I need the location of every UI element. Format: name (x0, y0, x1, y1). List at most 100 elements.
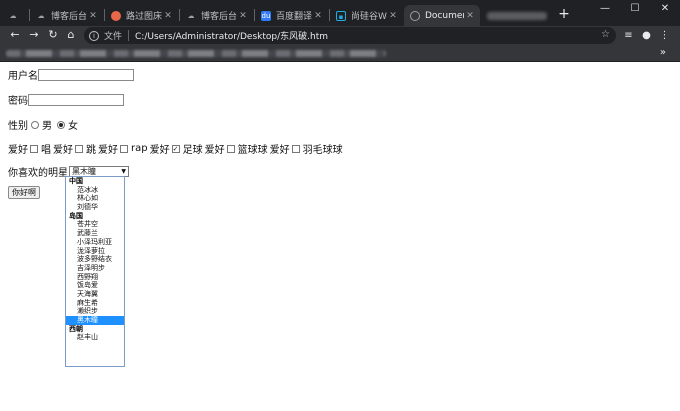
optgroup-label: 中国 (69, 177, 83, 185)
tab-strip: ☁ ☁ 博客后台 - 我 ✕ 路过图床 - 免 ✕ ☁ 博客后台 - 我 ✕ d… (0, 0, 680, 26)
password-row: 密码 (8, 92, 124, 107)
hobby-checkbox-checked[interactable]: ✓ (171, 144, 180, 153)
dropdown-option[interactable]: 吉泽明步 (66, 264, 124, 273)
translate-icon: du (261, 10, 271, 21)
browser-tab[interactable]: ☁ 博客后台 - 我 ✕ (180, 5, 253, 26)
dropdown-arrow-icon: ▼ (121, 168, 126, 175)
hobby-label: 唱 (41, 145, 51, 156)
browser-tab[interactable]: ☁ 博客后台 - 我 ✕ (30, 5, 103, 26)
gender-option-label: 男 (42, 121, 52, 132)
star-dropdown-list: 中国 范冰冰 林心如 刘德华 岛国 苍井空 武藤兰 小泽玛利亚 泷泽萝拉 波多野… (65, 176, 125, 367)
tab-title: 博客后台 - 我 (51, 12, 87, 22)
dropdown-option[interactable]: 刘德华 (66, 203, 124, 212)
url-divider (128, 30, 130, 41)
dropdown-option[interactable]: 武藤兰 (66, 229, 124, 238)
reload-icon[interactable]: ↻ (46, 28, 60, 42)
tab-title: 尚硅谷Web (351, 12, 387, 22)
dropdown-option[interactable]: 濑织步 (66, 307, 124, 316)
browser-toolbar: ← → ↻ ⌂ i 文件 C:/Users/Administrator/Desk… (0, 26, 680, 45)
star-icon[interactable]: ☆ (601, 29, 610, 40)
blurred-tab-content (487, 11, 547, 20)
tab-title: Document (425, 10, 464, 21)
tab-title: 路过图床 - 免 (126, 12, 162, 22)
username-input[interactable] (38, 68, 134, 81)
dropdown-option[interactable]: 波多野结衣 (66, 255, 124, 264)
hobby-checkbox[interactable] (291, 144, 300, 153)
dropdown-option[interactable]: 小泽玛利亚 (66, 238, 124, 247)
page-content: 用户名 密码 性别 男 女 爱好 唱 爱好 跳 爱好 rap 爱好 ✓ 足球 爱… (0, 62, 680, 411)
new-tab-button[interactable]: + (556, 5, 572, 23)
tab-title: 博客后台 - 我 (201, 12, 237, 22)
hobby-label: 羽毛球球 (302, 145, 343, 156)
hobby-checkbox[interactable] (30, 144, 38, 153)
close-icon[interactable]: ✕ (387, 11, 399, 21)
menu-icon[interactable]: ⋮ (658, 29, 671, 42)
browser-tab-blurred[interactable] (481, 5, 553, 26)
cloud-icon: ☁ (37, 11, 45, 20)
password-input[interactable] (28, 93, 124, 106)
submit-button[interactable]: 你好啊 (8, 186, 40, 199)
browser-tab[interactable]: 路过图床 - 免 ✕ (105, 5, 178, 26)
password-label: 密码 (8, 96, 28, 107)
dropdown-option[interactable]: 苍井空 (66, 220, 124, 229)
dropdown-option-selected[interactable]: 黑木瞳 (66, 316, 124, 325)
minimize-button[interactable]: — (590, 1, 620, 17)
hobby-label: 足球 (182, 145, 203, 156)
address-bar[interactable]: i 文件 C:/Users/Administrator/Desktop/东风破.… (84, 27, 616, 44)
close-window-button[interactable]: ✕ (650, 1, 680, 17)
username-row: 用户名 (8, 67, 134, 82)
dropdown-option[interactable]: 天海翼 (66, 290, 124, 299)
dropdown-option[interactable]: 林心如 (66, 194, 124, 203)
close-icon[interactable]: ✕ (237, 11, 249, 21)
hobby-prefix: 爱好 (98, 145, 118, 156)
gender-label: 性别 (8, 121, 28, 132)
blurred-bookmarks[interactable] (6, 50, 386, 57)
close-icon[interactable]: ✕ (87, 11, 99, 21)
close-icon[interactable]: ✕ (464, 11, 476, 21)
browser-tab-active[interactable]: Document ✕ (404, 5, 480, 26)
star-label: 你喜欢的明星 (8, 168, 68, 179)
hobby-prefix: 爱好 (269, 145, 290, 156)
back-icon[interactable]: ← (8, 28, 22, 42)
dropdown-option[interactable]: 麻生希 (66, 299, 124, 308)
hobby-checkbox[interactable] (120, 144, 128, 153)
maximize-button[interactable]: ☐ (620, 1, 650, 17)
hobby-prefix: 爱好 (8, 145, 28, 156)
url-text: C:/Users/Administrator/Desktop/东风破.htm (135, 32, 328, 42)
home-icon[interactable]: ⌂ (64, 28, 78, 42)
more-bookmarks-icon[interactable]: » (660, 47, 666, 58)
hobby-label: 篮球球 (237, 145, 268, 156)
hobby-checkbox[interactable] (226, 144, 235, 153)
dropdown-option[interactable]: 赵丰山 (66, 333, 124, 342)
browser-tab[interactable]: du 百度翻译 ✕ (255, 5, 328, 26)
gender-radio-male[interactable] (31, 120, 39, 129)
browser-tab[interactable]: ▪ 尚硅谷Web ✕ (330, 5, 403, 26)
hobby-prefix: 爱好 (53, 145, 73, 156)
bookmarks-bar: » (0, 45, 680, 62)
hobby-prefix: 爱好 (204, 145, 225, 156)
hobby-label: 跳 (86, 145, 96, 156)
close-icon[interactable]: ✕ (312, 11, 324, 21)
info-icon[interactable]: i (89, 30, 99, 41)
pinned-tab[interactable]: ☁ (2, 5, 26, 26)
tab-title: 百度翻译 (276, 12, 312, 22)
gender-option-label: 女 (68, 121, 78, 132)
gender-radio-female[interactable] (57, 120, 65, 129)
close-icon[interactable]: ✕ (162, 11, 174, 21)
hobby-row: 爱好 唱 爱好 跳 爱好 rap 爱好 ✓ 足球 爱好 篮球球 爱好 羽毛球球 (8, 141, 345, 156)
bilibili-icon: ▪ (336, 10, 346, 21)
username-label: 用户名 (8, 71, 38, 82)
gender-row: 性别 男 女 (8, 117, 80, 132)
dropdown-option[interactable]: 西野翔 (66, 273, 124, 282)
hobby-checkbox[interactable] (75, 144, 83, 153)
cloud-icon: ☁ (187, 11, 195, 20)
forward-icon[interactable]: → (27, 28, 41, 42)
profile-icon[interactable]: ● (640, 29, 653, 42)
star-select-value: 黑木瞳 (72, 167, 96, 176)
cloud-icon: ☁ (9, 11, 17, 20)
dropdown-option[interactable]: 饭岛爱 (66, 281, 124, 290)
media-queue-icon[interactable]: ≡ (622, 29, 635, 42)
dropdown-option[interactable]: 泷泽萝拉 (66, 247, 124, 256)
butterfly-icon (111, 10, 121, 21)
globe-icon (410, 10, 420, 21)
